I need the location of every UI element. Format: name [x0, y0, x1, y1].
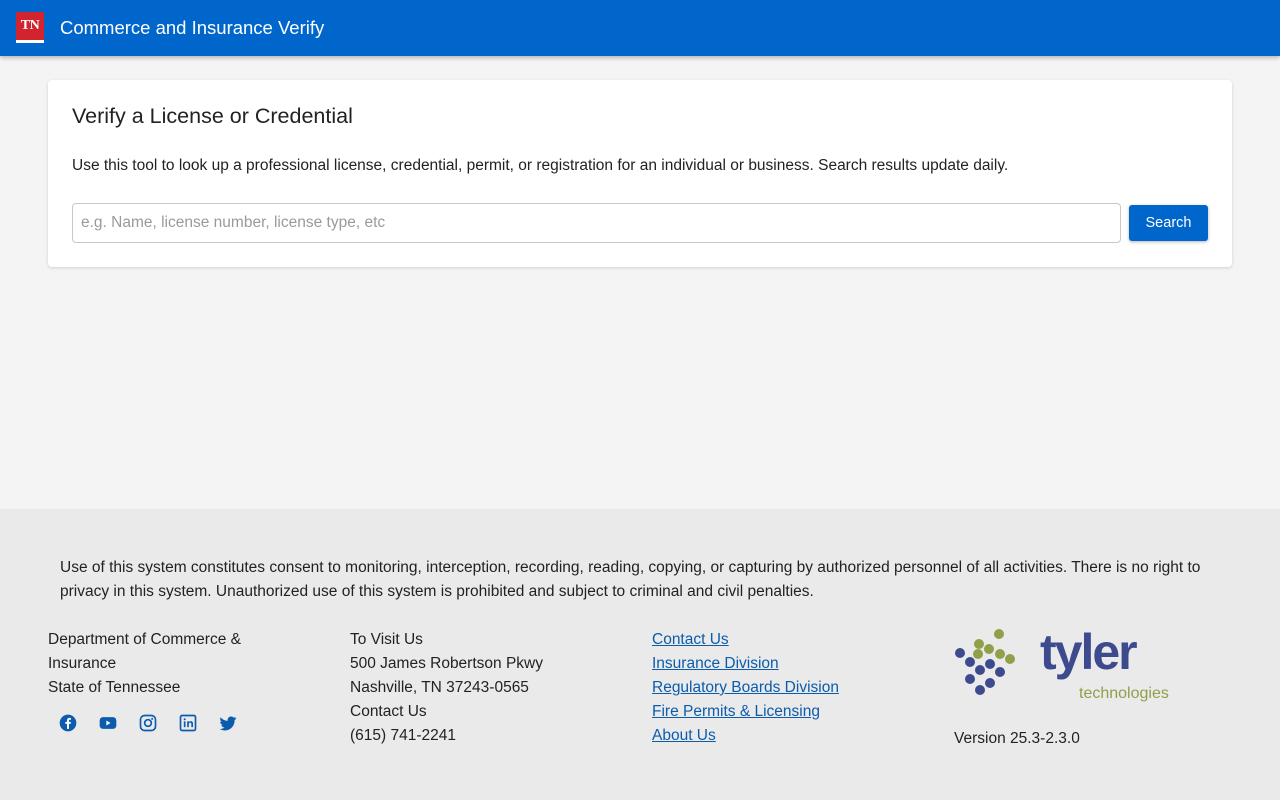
card-description: Use this tool to look up a professional … [72, 157, 1009, 174]
footer-org-info: Department of Commerce & Insurance State… [48, 628, 288, 700]
top-app-bar: TN Commerce and Insurance Verify [0, 0, 1280, 56]
tyler-tagline: technologies [1079, 685, 1169, 702]
instagram-icon[interactable] [128, 711, 168, 735]
link-regulatory-boards-division[interactable]: Regulatory Boards Division [652, 676, 912, 700]
youtube-icon[interactable] [88, 711, 128, 735]
tyler-wordmark: tyler [1040, 624, 1138, 680]
link-contact-us[interactable]: Contact Us [652, 628, 912, 652]
address-line-1: 500 James Robertson Pkwy [350, 655, 543, 672]
card-title: Verify a License or Credential [72, 104, 353, 128]
monitoring-disclaimer: Use of this system constitutes consent t… [60, 559, 1201, 600]
tyler-technologies-logo: tyler technologies [952, 624, 1176, 707]
search-input[interactable] [72, 203, 1121, 243]
phone-number: (615) 741-2241 [350, 727, 456, 744]
footer-links: Contact Us Insurance Division Regulatory… [652, 628, 912, 748]
org-state: State of Tennessee [48, 679, 181, 696]
footer: Use of this system constitutes consent t… [0, 509, 1280, 800]
version-label: Version 25.3-2.3.0 [954, 730, 1080, 747]
link-about-us[interactable]: About Us [652, 724, 912, 748]
visit-heading: To Visit Us [350, 631, 423, 648]
address-line-2: Nashville, TN 37243-0565 [350, 679, 529, 696]
tyler-dots-mark [955, 629, 1015, 695]
contact-heading: Contact Us [350, 703, 427, 720]
social-links [48, 711, 248, 735]
footer-visit-info: To Visit Us 500 James Robertson Pkwy Nas… [350, 628, 610, 748]
tn-state-logo[interactable]: TN [16, 12, 44, 43]
facebook-icon[interactable] [48, 711, 88, 735]
link-insurance-division[interactable]: Insurance Division [652, 652, 912, 676]
app-title[interactable]: Commerce and Insurance Verify [60, 17, 324, 39]
twitter-icon[interactable] [208, 711, 248, 735]
linkedin-icon[interactable] [168, 711, 208, 735]
verify-license-card: Verify a License or Credential Use this … [48, 80, 1232, 267]
link-fire-permits-licensing[interactable]: Fire Permits & Licensing [652, 700, 912, 724]
search-button[interactable]: Search [1129, 205, 1208, 241]
org-name: Department of Commerce & Insurance [48, 631, 241, 672]
